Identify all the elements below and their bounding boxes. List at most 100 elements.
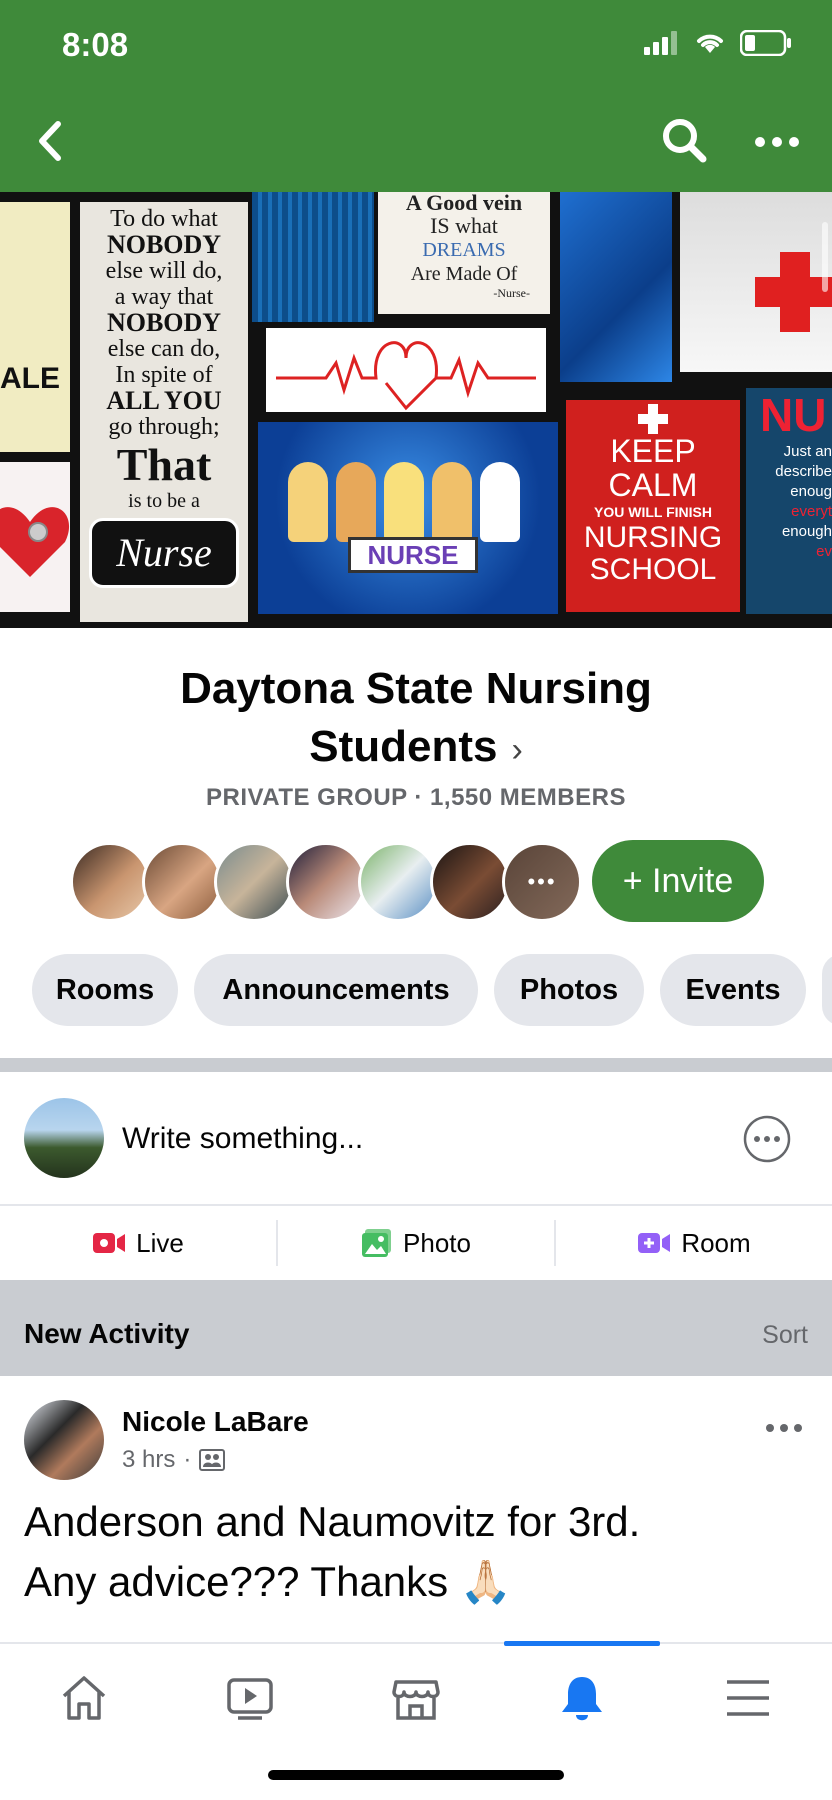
nav-watch[interactable]	[220, 1668, 280, 1728]
avatar[interactable]	[430, 842, 510, 922]
back-icon[interactable]	[30, 118, 70, 164]
sort-button[interactable]: Sort	[762, 1321, 808, 1350]
post-author-name[interactable]: Nicole LaBare	[122, 1406, 309, 1438]
group-name-line2: Students	[309, 722, 498, 771]
chip-photos[interactable]: Photos	[494, 954, 644, 1026]
chip-announcements[interactable]: Announcements	[194, 954, 478, 1026]
right-tile-line: NU	[760, 389, 827, 441]
cover-scroll-indicator	[822, 222, 828, 292]
group-name-line1: Daytona State Nursing	[180, 664, 652, 713]
chip-events[interactable]: Events	[660, 954, 806, 1026]
live-label: Live	[136, 1227, 184, 1258]
vein-line: IS what	[430, 213, 498, 238]
section-divider	[0, 1058, 832, 1072]
vein-line: A Good vein	[405, 192, 523, 215]
vein-line: -Nurse-	[493, 286, 530, 300]
quote-line: go through;	[108, 414, 220, 440]
post-text-line: Anderson and Naumovitz for 3rd.	[24, 1498, 641, 1545]
more-members-glyph: •••	[505, 845, 579, 919]
activity-title: New Activity	[24, 1318, 190, 1349]
avatar[interactable]	[358, 842, 438, 922]
quote-line: NOBODY	[106, 230, 222, 259]
keep-calm-cross-icon	[638, 404, 668, 434]
avatar[interactable]	[70, 842, 150, 922]
photo-label: Photo	[403, 1227, 471, 1258]
nav-home[interactable]	[54, 1668, 114, 1728]
cover-nurses-tile: NURSE	[258, 422, 558, 614]
cover-photo[interactable]: ALE To do what NOBODY else will do, a wa…	[0, 192, 832, 628]
photo-button[interactable]: Photo	[278, 1206, 554, 1280]
group-name-line2-wrap: Students ›	[0, 718, 832, 779]
keep-calm-line: YOU WILL FINISH	[594, 504, 712, 520]
cover-heartbeat-tile	[262, 324, 550, 416]
chip-more-partial[interactable]	[822, 954, 832, 1026]
keep-calm-line: KEEP	[610, 433, 696, 469]
quote-line: In spite of	[115, 362, 213, 388]
nav-menu[interactable]	[718, 1668, 778, 1728]
status-time: 8:08	[62, 26, 129, 63]
quote-line: ALL YOU	[106, 386, 222, 415]
vein-line: Are Made Of	[410, 263, 518, 285]
room-button[interactable]: Room	[556, 1206, 832, 1280]
more-options-icon[interactable]	[742, 1114, 792, 1164]
keep-calm-line: SCHOOL	[589, 553, 717, 586]
avatar[interactable]	[214, 842, 294, 922]
member-avatars[interactable]: •••	[70, 842, 590, 922]
live-button[interactable]: Live	[0, 1206, 276, 1280]
home-indicator	[268, 1770, 564, 1780]
cover-right-tile: NU Just an describe enoug everyt enough …	[746, 388, 832, 614]
quote-line: NOBODY	[106, 308, 222, 337]
vein-line: DREAMS	[422, 239, 506, 261]
watch-icon	[227, 1678, 273, 1720]
avatar[interactable]	[286, 842, 366, 922]
composer-actions: Live Photo Room	[0, 1206, 832, 1280]
signal-icon	[644, 31, 677, 55]
meta-separator: ·	[183, 1446, 192, 1473]
heartbeat-icon	[276, 341, 536, 411]
quote-nurse-plate: Nurse	[89, 518, 239, 588]
keep-calm-line: CALM	[608, 467, 698, 503]
post-time[interactable]: 3 hrs	[122, 1446, 175, 1474]
post-text-line: Any advice??? Thanks 🙏🏻	[24, 1558, 513, 1605]
more-members-avatar[interactable]: •••	[502, 842, 582, 922]
right-tile-line: Just an	[783, 443, 832, 460]
search-icon[interactable]	[660, 116, 708, 164]
cover-blue-tile	[252, 192, 374, 322]
composer-avatar[interactable]	[24, 1098, 104, 1178]
group-meta: PRIVATE GROUP · 1,550 MEMBERS	[206, 784, 626, 811]
cover-text-left: ALE	[0, 362, 60, 395]
group-name[interactable]: Daytona State Nursing Students ›	[0, 660, 832, 779]
post-body: Anderson and Naumovitz for 3rd. Any advi…	[24, 1492, 804, 1612]
quote-line: a way that	[114, 284, 214, 310]
cover-vein-tile: A Good vein IS what DREAMS Are Made Of -…	[378, 192, 550, 314]
heart-stethoscope-tile	[0, 462, 70, 612]
more-horizontal-icon[interactable]	[752, 122, 802, 162]
notifications-icon	[562, 1677, 602, 1721]
nurse-banner: NURSE	[348, 537, 478, 573]
quote-line: else will do,	[105, 258, 223, 284]
active-tab-indicator	[504, 1641, 660, 1646]
post-more-icon[interactable]	[764, 1420, 804, 1436]
quote-line: else can do,	[107, 336, 221, 362]
marketplace-icon	[392, 1680, 440, 1720]
invite-button[interactable]: + Invite	[592, 840, 764, 922]
chip-rooms[interactable]: Rooms	[32, 954, 178, 1026]
post-author-avatar[interactable]	[24, 1400, 104, 1480]
room-video-icon	[638, 1233, 671, 1253]
post-meta: 3 hrs ·	[122, 1446, 226, 1474]
cover-crystal-tile	[560, 192, 672, 382]
group-audience-icon	[199, 1449, 226, 1471]
quote-line: To do what	[110, 206, 218, 232]
right-tile-line: ev	[816, 543, 832, 560]
status-icons	[644, 30, 792, 56]
nav-notifications[interactable]	[552, 1668, 612, 1728]
avatar[interactable]	[142, 842, 222, 922]
nav-marketplace[interactable]	[386, 1668, 446, 1728]
chevron-right-icon: ›	[511, 731, 523, 769]
live-video-icon	[93, 1233, 126, 1253]
cover-quote-tile: To do what NOBODY else will do, a way th…	[80, 202, 248, 622]
room-label: Room	[681, 1227, 751, 1258]
right-tile-line: enoug	[790, 483, 832, 500]
quote-line: is to be a	[128, 490, 200, 512]
composer-input[interactable]: Write something...	[122, 1122, 363, 1156]
